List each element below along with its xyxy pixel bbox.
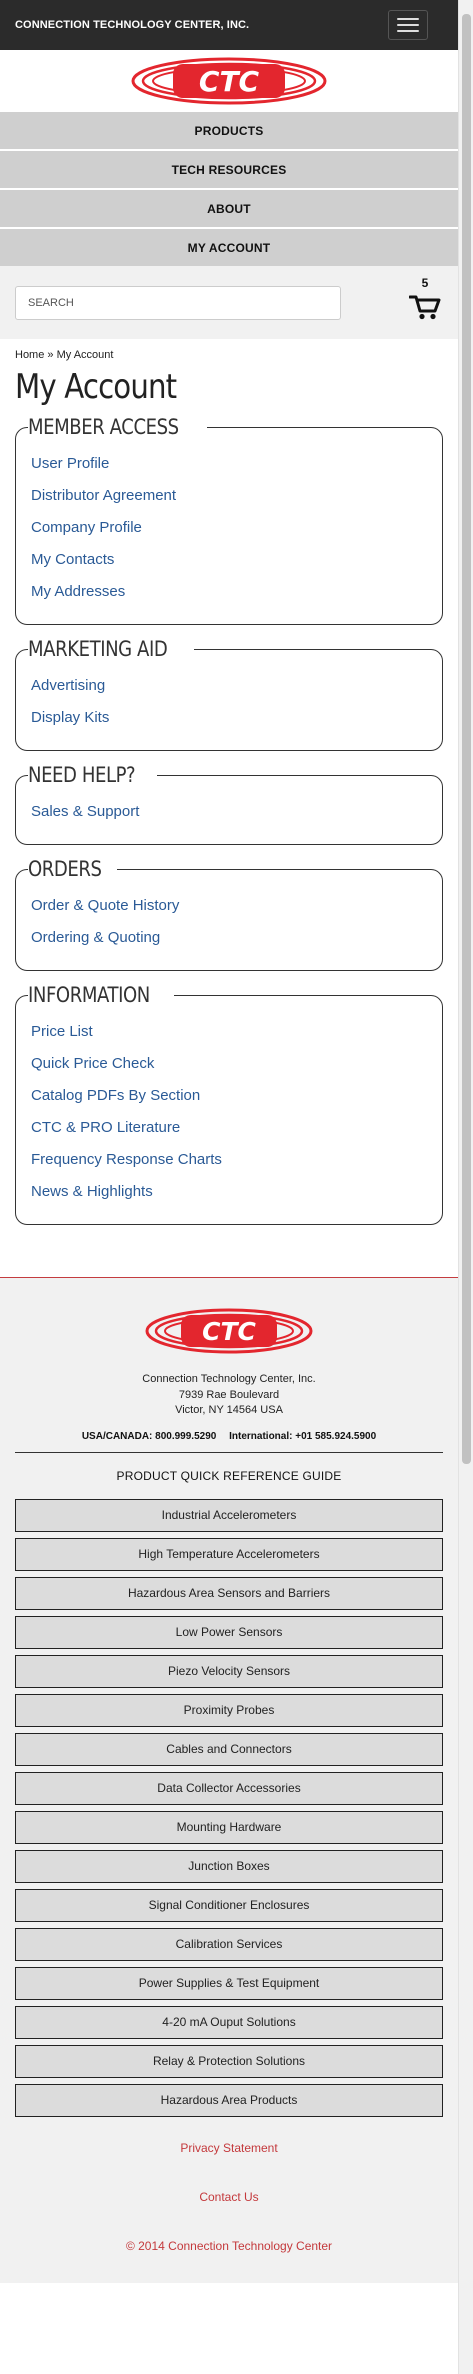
contact-us-link[interactable]: Contact Us [15,2190,443,2204]
product-hazardous-area-products[interactable]: Hazardous Area Products [15,2083,443,2117]
panel-need-help: NEED HELP? Sales & Support [15,765,443,845]
link-quick-price-check[interactable]: Quick Price Check [31,1048,427,1080]
product-junction-boxes[interactable]: Junction Boxes [15,1849,443,1883]
link-my-addresses[interactable]: My Addresses [31,576,427,608]
nav-item-tech-resources[interactable]: TECH RESOURCES [0,151,458,188]
product-mounting-hardware[interactable]: Mounting Hardware [15,1810,443,1844]
nav-item-products[interactable]: PRODUCTS [0,112,458,149]
hamburger-line [397,30,419,32]
link-user-profile[interactable]: User Profile [31,448,427,480]
link-display-kits[interactable]: Display Kits [31,702,427,734]
phone-international[interactable]: International: +01 585.924.5900 [229,1431,376,1442]
hamburger-line [397,24,419,26]
product-relay-protection-solutions[interactable]: Relay & Protection Solutions [15,2044,443,2078]
link-company-profile[interactable]: Company Profile [31,512,427,544]
product-industrial-accelerometers[interactable]: Industrial Accelerometers [15,1498,443,1532]
footer-logo-area: CTC [15,1308,443,1354]
logo-area: CTC [0,50,458,112]
link-order-quote-history[interactable]: Order & Quote History [31,890,427,922]
main-nav: PRODUCTS TECH RESOURCES ABOUT MY ACCOUNT [0,112,458,266]
nav-item-about[interactable]: ABOUT [0,190,458,227]
search-input[interactable] [15,285,341,320]
main-content: Home » My Account My Account MEMBER ACCE… [0,339,458,1251]
address-street: 7939 Rae Boulevard [178,1388,280,1401]
hamburger-icon[interactable] [388,10,428,40]
privacy-statement-link[interactable]: Privacy Statement [15,2141,443,2155]
panel-marketing-aid: MARKETING AID Advertising Display Kits [15,639,443,751]
top-bar: CONNECTION TECHNOLOGY CENTER, INC. [0,0,458,50]
panel-title: ORDERS [28,857,102,881]
product-calibration-services[interactable]: Calibration Services [15,1927,443,1961]
product-power-supplies-test-equipment[interactable]: Power Supplies & Test Equipment [15,1966,443,2000]
search-row: 5 [0,266,458,339]
product-guide-list: Industrial Accelerometers High Temperatu… [15,1498,443,2117]
panel-information: INFORMATION Price List Quick Price Check… [15,985,443,1225]
link-ordering-quoting[interactable]: Ordering & Quoting [31,922,427,954]
breadcrumb: Home » My Account [15,349,443,361]
product-piezo-velocity-sensors[interactable]: Piezo Velocity Sensors [15,1654,443,1688]
scrollbar-thumb[interactable] [462,14,471,1464]
product-4-20ma-output-solutions[interactable]: 4-20 mA Ouput Solutions [15,2005,443,2039]
link-my-contacts[interactable]: My Contacts [31,544,427,576]
ctc-logo[interactable]: CTC [131,57,327,105]
link-price-list[interactable]: Price List [31,1016,427,1048]
svg-text:CTC: CTC [202,1317,256,1346]
nav-item-my-account[interactable]: MY ACCOUNT [0,229,458,266]
product-data-collector-accessories[interactable]: Data Collector Accessories [15,1771,443,1805]
address-company: Connection Technology Center, Inc. [142,1373,316,1385]
link-frequency-response-charts[interactable]: Frequency Response Charts [31,1144,427,1176]
brand-name[interactable]: CONNECTION TECHNOLOGY CENTER, INC. [15,19,249,31]
cart[interactable]: 5 [407,276,443,326]
panel-title: MEMBER ACCESS [28,415,179,439]
cart-count: 5 [421,276,429,290]
link-catalog-pdfs[interactable]: Catalog PDFs By Section [31,1080,427,1112]
breadcrumb-separator: » [44,349,57,361]
link-news-highlights[interactable]: News & Highlights [31,1176,427,1208]
page-scrollbar[interactable] [458,0,473,2374]
copyright-link[interactable]: © 2014 Connection Technology Center [15,2239,443,2253]
hamburger-line [397,18,419,20]
company-address: Connection Technology Center, Inc. 7939 … [15,1372,443,1419]
footer: CTC Connection Technology Center, Inc. 7… [0,1277,458,2283]
page: CONNECTION TECHNOLOGY CENTER, INC. CTC P… [0,0,458,2283]
page-title: My Account [15,367,177,407]
cart-icon[interactable] [408,294,441,320]
panel-member-access: MEMBER ACCESS User Profile Distributor A… [15,417,443,625]
product-cables-connectors[interactable]: Cables and Connectors [15,1732,443,1766]
product-guide-title: PRODUCT QUICK REFERENCE GUIDE [116,1468,342,1483]
link-ctc-pro-literature[interactable]: CTC & PRO Literature [31,1112,427,1144]
phone-us[interactable]: USA/CANADA: 800.999.5290 [82,1431,217,1442]
panel-orders: ORDERS Order & Quote History Ordering & … [15,859,443,971]
phone-numbers: USA/CANADA: 800.999.5290 International: … [15,1431,443,1453]
svg-text:CTC: CTC [199,65,260,98]
link-advertising[interactable]: Advertising [31,670,427,702]
ctc-footer-logo[interactable]: CTC [145,1308,313,1354]
product-high-temperature-accelerometers[interactable]: High Temperature Accelerometers [15,1537,443,1571]
product-low-power-sensors[interactable]: Low Power Sensors [15,1615,443,1649]
link-sales-support[interactable]: Sales & Support [31,796,427,828]
product-signal-conditioner-enclosures[interactable]: Signal Conditioner Enclosures [15,1888,443,1922]
panel-title: NEED HELP? [28,763,136,787]
link-distributor-agreement[interactable]: Distributor Agreement [31,480,427,512]
address-city: Victor, NY 14564 USA [175,1404,283,1416]
breadcrumb-home[interactable]: Home [15,349,44,361]
breadcrumb-current: My Account [56,349,114,361]
product-hazardous-area-sensors-barriers[interactable]: Hazardous Area Sensors and Barriers [15,1576,443,1610]
panel-title: INFORMATION [28,983,150,1007]
product-proximity-probes[interactable]: Proximity Probes [15,1693,443,1727]
panel-title: MARKETING AID [28,637,168,661]
